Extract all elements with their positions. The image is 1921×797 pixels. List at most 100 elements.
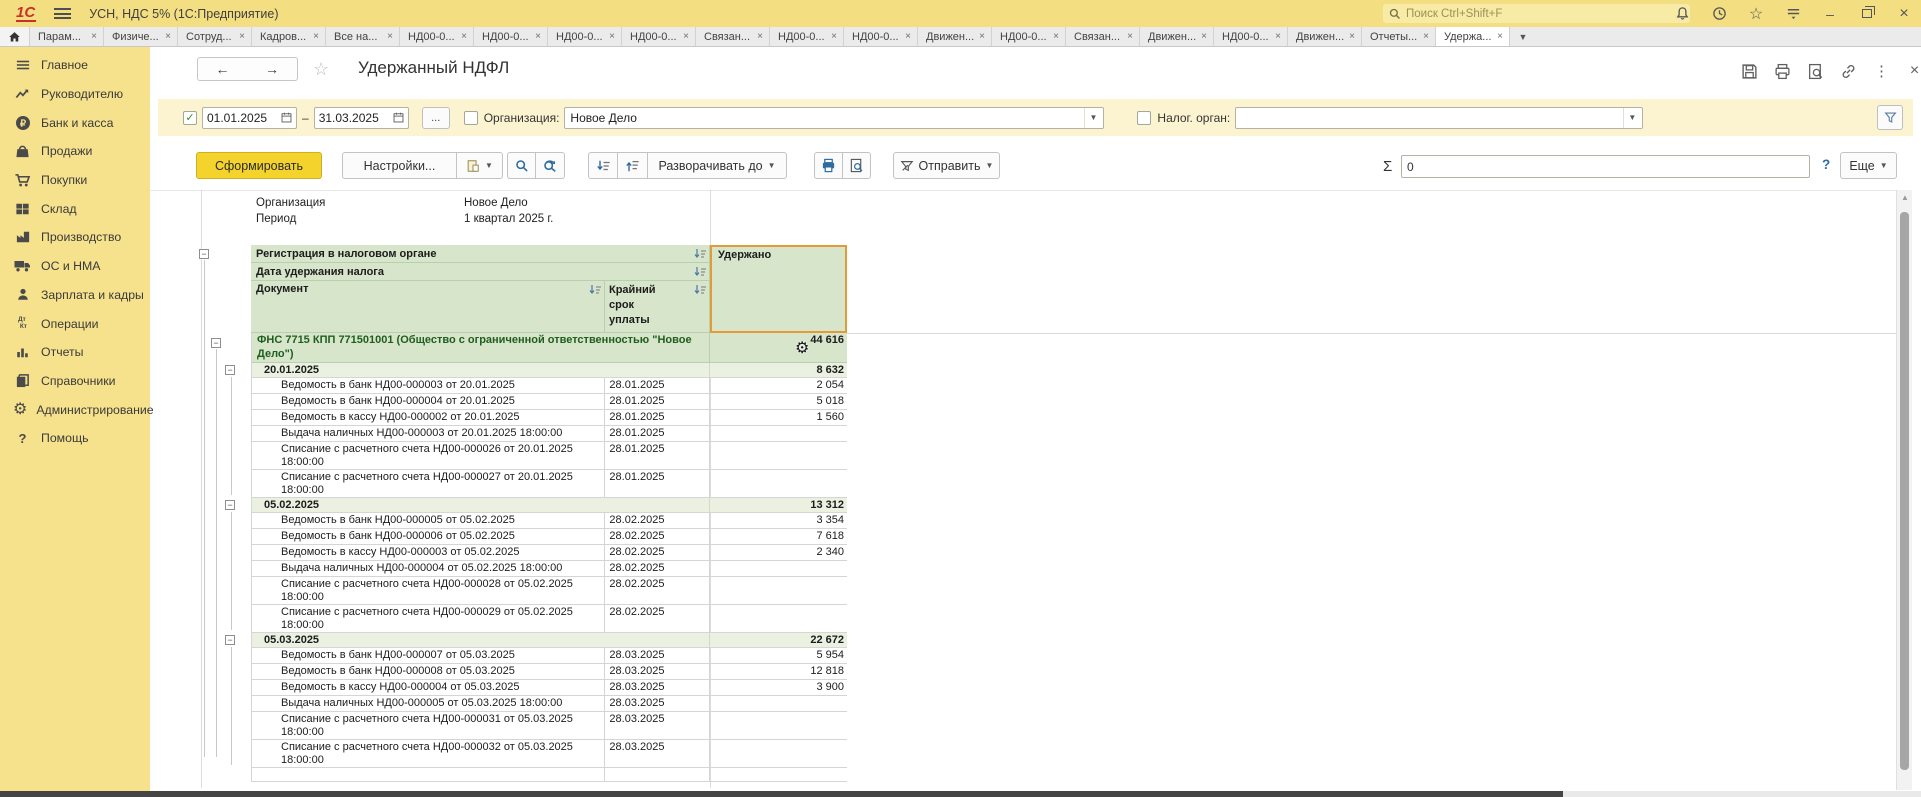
expand-groups-button[interactable] [618, 152, 648, 179]
document-row[interactable]: Ведомость в банк НД00-000007 от 05.03.20… [252, 648, 847, 664]
global-search-input[interactable]: Поиск Ctrl+Shift+F [1383, 4, 1690, 23]
withheld-amount-cell[interactable] [710, 605, 847, 632]
date-group-row[interactable]: −20.01.20258 632 [252, 363, 847, 378]
document-cell[interactable]: Ведомость в банк НД00-000005 от 05.02.20… [252, 513, 605, 528]
tab-8[interactable]: НД00-0...× [548, 27, 622, 46]
print-preview-button[interactable] [843, 152, 871, 179]
tab-1[interactable]: Парам...× [30, 27, 104, 46]
deadline-cell[interactable]: 28.03.2025 [605, 712, 710, 739]
sidebar-item-ос-и-нма[interactable]: ОС и НМА [0, 252, 150, 281]
sidebar-item-операции[interactable]: Дт КтОперации [0, 309, 150, 338]
help-button[interactable]: ? [1822, 157, 1830, 172]
deadline-cell[interactable]: 28.02.2025 [605, 577, 710, 604]
expand-to-button[interactable]: Разворачивать до▼ [648, 152, 787, 179]
minimize-icon[interactable]: – [1821, 5, 1839, 23]
withheld-amount-cell[interactable] [710, 426, 847, 441]
tab-close-icon[interactable]: × [1201, 31, 1207, 42]
document-cell[interactable]: Выдача наличных НД00-000003 от 20.01.202… [252, 426, 605, 441]
save-icon[interactable] [1740, 62, 1759, 80]
generate-button[interactable]: Сформировать [196, 152, 322, 179]
deadline-cell[interactable]: 28.03.2025 [605, 648, 710, 663]
tab-close-icon[interactable]: × [1349, 31, 1355, 42]
organization-checkbox[interactable] [464, 111, 478, 125]
tab-close-icon[interactable]: × [979, 31, 985, 42]
withheld-amount-cell[interactable]: 3 900 [710, 680, 847, 695]
tab-close-icon[interactable]: × [1275, 31, 1281, 42]
document-row[interactable]: Выдача наличных НД00-000004 от 05.02.202… [252, 561, 847, 577]
deadline-cell[interactable]: 28.01.2025 [605, 410, 710, 425]
document-cell[interactable]: Ведомость в банк НД00-000006 от 05.02.20… [252, 529, 605, 544]
back-button[interactable]: ← [197, 57, 248, 81]
tab-close-icon[interactable]: × [1497, 31, 1503, 42]
sidebar-item-продажи[interactable]: Продажи [0, 137, 150, 166]
sidebar-item-отчеты[interactable]: Отчеты [0, 338, 150, 367]
document-row[interactable]: Списание с расчетного счета НД00-000032 … [252, 740, 847, 768]
deadline-cell[interactable]: 28.03.2025 [605, 696, 710, 711]
document-cell[interactable]: Списание с расчетного счета НД00-000031 … [252, 712, 605, 739]
tab-12[interactable]: НД00-0...× [844, 27, 918, 46]
menu-lines-icon[interactable] [1784, 5, 1802, 23]
chevron-down-icon[interactable]: ▼ [1084, 108, 1101, 128]
document-row[interactable]: Ведомость в кассу НД00-000004 от 05.03.2… [252, 680, 847, 696]
close-icon[interactable]: × [1895, 5, 1913, 23]
document-cell[interactable]: Списание с расчетного счета НД00-000032 … [252, 740, 605, 767]
sidebar-item-руководителю[interactable]: Руководителю [0, 80, 150, 109]
tab-close-icon[interactable]: × [313, 31, 319, 42]
document-row[interactable]: Ведомость в кассу НД00-000002 от 20.01.2… [252, 410, 847, 426]
tab-19[interactable]: Отчеты...× [1362, 27, 1436, 46]
tab-7[interactable]: НД00-0...× [474, 27, 548, 46]
deadline-cell[interactable]: 28.01.2025 [605, 426, 710, 441]
deadline-cell[interactable]: 28.03.2025 [605, 740, 710, 767]
tab-close-icon[interactable]: × [165, 31, 171, 42]
date-to-input[interactable]: 31.03.2025 [314, 107, 409, 129]
document-row[interactable]: Ведомость в банк НД00-000008 от 05.03.20… [252, 664, 847, 680]
withheld-amount-cell[interactable] [710, 696, 847, 711]
tab-2[interactable]: Физиче...× [104, 27, 178, 46]
document-row[interactable]: Ведомость в банк НД00-000004 от 20.01.20… [252, 394, 847, 410]
sidebar-item-администрирование[interactable]: ⚙Администрирование [0, 395, 150, 424]
sidebar-item-склад[interactable]: Склад [0, 194, 150, 223]
deadline-cell[interactable]: 28.02.2025 [605, 605, 710, 632]
column-header-registration[interactable]: Регистрация в налоговом органе [251, 245, 710, 263]
empty-cell[interactable] [710, 768, 847, 781]
info-organization-row[interactable]: Организация Новое Дело [256, 197, 325, 209]
collapse-date-group-expander[interactable]: − [225, 365, 235, 375]
tab-4[interactable]: Кадров...× [252, 27, 326, 46]
link-icon[interactable] [1839, 62, 1858, 80]
tab-list-dropdown[interactable]: ▼ [1510, 27, 1536, 46]
sidebar-item-главное[interactable]: Главное [0, 51, 150, 80]
tab-9[interactable]: НД00-0...× [622, 27, 696, 46]
tab-close-icon[interactable]: × [905, 31, 911, 42]
autosum-input[interactable]: 0 [1401, 155, 1810, 178]
tab-18[interactable]: Движен...× [1288, 27, 1362, 46]
bell-icon[interactable] [1673, 5, 1691, 23]
tab-14[interactable]: НД00-0...× [992, 27, 1066, 46]
tab-3[interactable]: Сотруд...× [178, 27, 252, 46]
document-cell[interactable]: Ведомость в банк НД00-000008 от 05.03.20… [252, 664, 605, 679]
date-cell[interactable]: 20.01.2025 [252, 363, 710, 377]
deadline-cell[interactable]: 28.02.2025 [605, 561, 710, 576]
home-tab[interactable] [0, 27, 30, 46]
tab-close-icon[interactable]: × [683, 31, 689, 42]
date-total-cell[interactable]: 8 632 [710, 363, 847, 377]
withheld-amount-cell[interactable]: 5 954 [710, 648, 847, 663]
date-cell[interactable]: 05.03.2025 [252, 633, 710, 647]
document-cell[interactable]: Выдача наличных НД00-000004 от 05.02.202… [252, 561, 605, 576]
collapse-fns-group-expander[interactable]: − [211, 338, 221, 348]
withheld-amount-cell[interactable] [710, 561, 847, 576]
withheld-amount-cell[interactable]: 3 354 [710, 513, 847, 528]
calendar-icon[interactable] [393, 112, 404, 123]
deadline-cell[interactable]: 28.03.2025 [605, 680, 710, 695]
send-button[interactable]: Отправить▼ [893, 152, 1000, 179]
date-group-row[interactable]: −05.02.202513 312 [252, 498, 847, 513]
fns-group-total-cell[interactable]: 44 616 [710, 333, 847, 362]
column-header-withhold-date[interactable]: Дата удержания налога [251, 263, 710, 281]
document-row[interactable]: Списание с расчетного счета НД00-000026 … [252, 442, 847, 470]
fns-group-row[interactable]: ФНС 7715 КПП 771501001 (Общество с огран… [252, 333, 847, 363]
deadline-cell[interactable]: 28.01.2025 [605, 442, 710, 469]
cancel-search-button[interactable] [536, 152, 565, 179]
filter-funnel-icon[interactable] [1877, 105, 1903, 130]
document-cell[interactable]: Ведомость в банк НД00-000004 от 20.01.20… [252, 394, 605, 409]
calendar-icon[interactable] [281, 112, 292, 123]
date-group-row[interactable]: −05.03.202522 672 [252, 633, 847, 648]
